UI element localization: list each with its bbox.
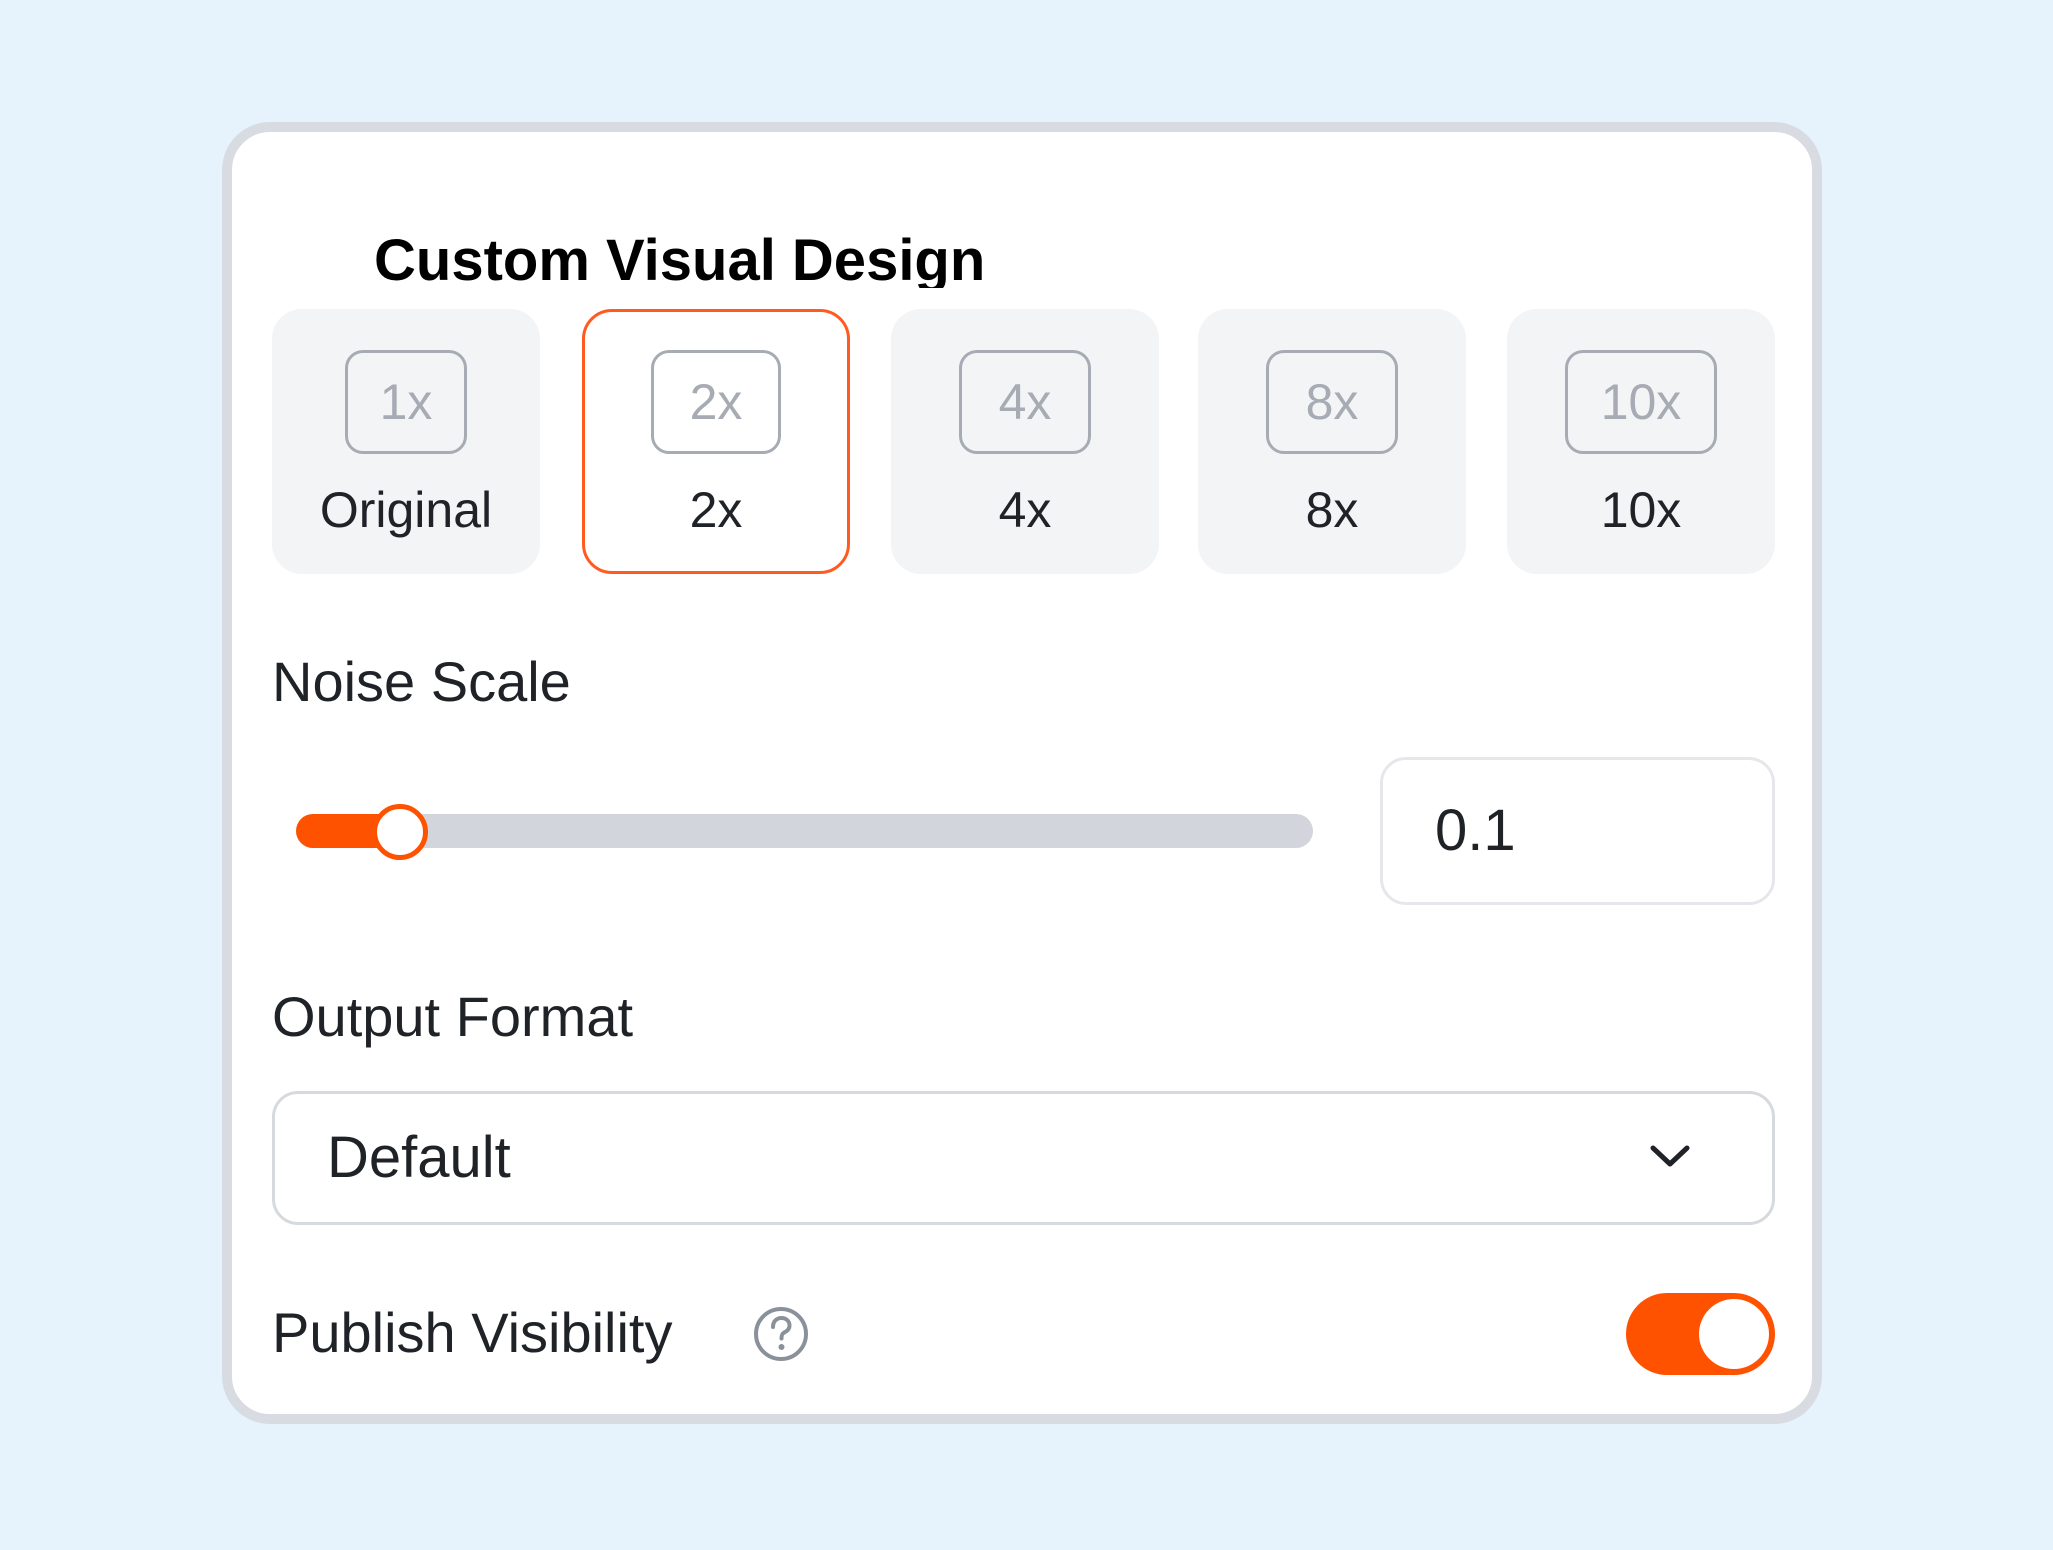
upscale-badge: 1x [345, 350, 467, 454]
upscale-badge: 10x [1565, 350, 1717, 454]
upscale-option-label: 8x [1305, 482, 1359, 538]
chevron-down-icon [1650, 1145, 1690, 1167]
noise-scale-input[interactable]: 0.1 [1380, 757, 1775, 905]
upscale-option-label: 4x [998, 482, 1052, 538]
upscale-option-2x[interactable]: 2x 2x [582, 309, 850, 574]
upscale-badge: 8x [1266, 350, 1398, 454]
upscale-badge: 4x [959, 350, 1091, 454]
upscale-option-8x[interactable]: 8x 8x [1198, 309, 1466, 574]
panel-title: Custom Visual Design [374, 228, 986, 288]
upscale-option-label: 2x [689, 482, 743, 538]
upscale-option-4x[interactable]: 4x 4x [891, 309, 1159, 574]
upscale-option-original[interactable]: 1x Original [272, 309, 540, 574]
output-format-value: Default [327, 1125, 511, 1190]
upscale-badge: 2x [651, 350, 781, 454]
question-circle-icon[interactable] [752, 1305, 810, 1363]
toggle-knob [1699, 1299, 1769, 1369]
publish-visibility-label: Publish Visibility [272, 1301, 673, 1364]
output-format-label: Output Format [272, 985, 634, 1048]
slider-track [296, 814, 1313, 848]
upscale-option-label: 10x [1600, 482, 1682, 538]
publish-visibility-toggle[interactable] [1626, 1293, 1775, 1375]
noise-scale-slider[interactable] [296, 804, 1313, 860]
upscale-option-label: Original [319, 482, 493, 538]
output-format-select[interactable]: Default [272, 1091, 1775, 1225]
noise-scale-label: Noise Scale [272, 650, 571, 713]
upscale-option-10x[interactable]: 10x 10x [1507, 309, 1775, 574]
slider-thumb[interactable] [371, 804, 428, 860]
